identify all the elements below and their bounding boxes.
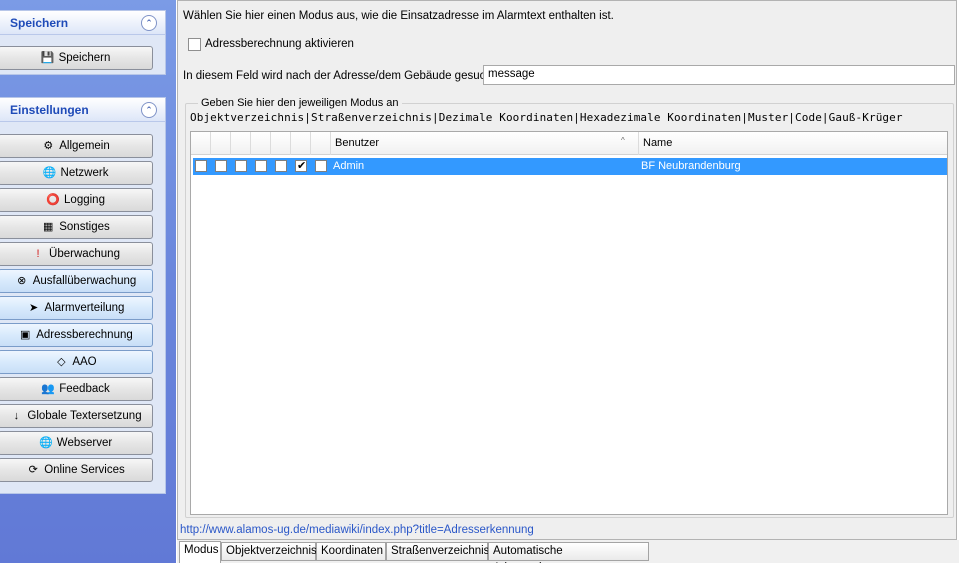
tab-modus[interactable]: Modus (179, 541, 221, 563)
globe-icon: 🌐 (42, 167, 57, 179)
warning-icon: ! (36, 248, 40, 260)
nav-label: Sonstiges (59, 221, 110, 233)
row-checkbox[interactable] (215, 160, 227, 172)
gear-icon: ⚙ (43, 140, 54, 152)
cell-name: BF Neubrandenburg (641, 160, 741, 172)
nav-label: Alarmverteilung (44, 302, 125, 314)
nav-button-adressberechnung[interactable]: ▣ Adressberechnung (0, 323, 153, 347)
bottom-tabs: Modus Objektverzeichnis Koordinaten Stra… (177, 540, 959, 563)
help-link[interactable]: http://www.alamos-ug.de/mediawiki/index.… (180, 524, 534, 536)
nav-label: Adressberechnung (36, 329, 133, 341)
row-checkbox-checked[interactable] (295, 159, 307, 172)
col-check-7[interactable] (311, 132, 331, 155)
activate-checkbox-label: Adressberechnung aktivieren (205, 38, 354, 50)
cell-benutzer: Admin (333, 160, 365, 172)
nav-button-logging[interactable]: ⭕ Logging (0, 188, 153, 212)
tab-objektverzeichnis[interactable]: Objektverzeichnis (221, 542, 317, 561)
row-checkbox[interactable] (195, 160, 207, 172)
nav-label: Allgemein (59, 140, 110, 152)
aao-icon: ◇ (57, 356, 66, 368)
tab-koordinaten[interactable]: Koordinaten (316, 542, 386, 561)
settings-panel: Einstellungen ⌃ ⚙ Allgemein 🌐 Netzwerk ⭕ Lo… (0, 97, 166, 494)
nav-button-online-services[interactable]: ⟳ Online Services (0, 458, 153, 482)
mode-panel: Wählen Sie hier einen Modus aus, wie die… (177, 0, 957, 540)
modes-line: Objektverzeichnis|Straßenverzeichnis|Dez… (190, 111, 903, 124)
collapse-icon[interactable]: ⌃ (141, 102, 157, 118)
group-title: Geben Sie hier den jeweiligen Modus an (198, 97, 402, 109)
address-icon: ▣ (20, 329, 31, 341)
logging-icon: ⭕ (46, 194, 60, 206)
row-checkbox[interactable] (235, 160, 247, 172)
sort-ascending-icon: ^ (621, 136, 625, 145)
people-icon: 👥 (41, 383, 56, 395)
nav-button-sonstiges[interactable]: ▦ Sonstiges (0, 215, 153, 239)
nav-button-ausfallueberwachung[interactable]: ⊗ Ausfallüberwachung (0, 269, 153, 293)
intro-text: Wählen Sie hier einen Modus aus, wie die… (183, 10, 614, 22)
settings-panel-header[interactable]: Einstellungen ⌃ (0, 98, 165, 122)
tab-strassenverzeichnis[interactable]: Straßenverzeichnis (386, 542, 489, 561)
nav-label: Globale Textersetzung (27, 410, 142, 422)
nav-button-alarmverteilung[interactable]: ➤ Alarmverteilung (0, 296, 153, 320)
nav-button-ueberwachung[interactable]: ! Überwachung (0, 242, 153, 266)
settings-panel-title: Einstellungen (10, 103, 89, 117)
save-panel-title: Speichern (10, 16, 69, 30)
col-check-4[interactable] (251, 132, 271, 155)
nav-button-netzwerk[interactable]: 🌐 Netzwerk (0, 161, 153, 185)
failure-icon: ⊗ (17, 275, 27, 287)
nav-label: AAO (72, 356, 97, 368)
collapse-icon[interactable]: ⌃ (141, 15, 157, 31)
tab-automatische-adresserkennung[interactable]: Automatische Adresserkennung (488, 542, 649, 563)
distribution-icon: ➤ (28, 302, 39, 314)
globe-icon: 🌐 (38, 437, 53, 449)
nav-label: Feedback (59, 383, 110, 395)
sort-az-icon: ↓ (13, 410, 20, 422)
row-checkbox[interactable] (275, 160, 287, 172)
save-button[interactable]: 💾 Speichern (0, 46, 153, 70)
online-icon: ⟳ (28, 464, 38, 476)
activate-checkbox[interactable] (188, 38, 201, 51)
search-label: In diesem Feld wird nach der Adresse/dem… (183, 70, 499, 82)
table-icon: ▦ (43, 221, 54, 233)
left-navigation: Speichern ⌃ 💾 Speichern Einstellungen ⌃ ⚙… (0, 0, 176, 563)
col-check-5[interactable] (271, 132, 291, 155)
nav-label: Überwachung (49, 248, 120, 260)
nav-button-allgemein[interactable]: ⚙ Allgemein (0, 134, 153, 158)
table-header: Benutzer ^ Name (191, 132, 947, 155)
save-button-label: Speichern (58, 52, 111, 64)
nav-label: Netzwerk (60, 167, 109, 179)
col-check-2[interactable] (211, 132, 231, 155)
row-checkbox[interactable] (255, 160, 267, 172)
save-icon: 💾 (40, 52, 55, 64)
save-panel: Speichern ⌃ 💾 Speichern (0, 10, 166, 75)
nav-button-aao[interactable]: ◇ AAO (0, 350, 153, 374)
user-table: Benutzer ^ Name Admin BF Neubrandenburg (190, 131, 948, 515)
nav-button-globale-textersetzung[interactable]: ↓ Globale Textersetzung (0, 404, 153, 428)
nav-button-feedback[interactable]: 👥 Feedback (0, 377, 153, 401)
col-check-6[interactable] (291, 132, 311, 155)
row-checkbox[interactable] (315, 160, 327, 172)
col-name-label: Name (643, 137, 673, 149)
col-check-3[interactable] (231, 132, 251, 155)
search-field[interactable]: message (483, 65, 955, 85)
nav-button-webserver[interactable]: 🌐 Webserver (0, 431, 153, 455)
col-benutzer-label: Benutzer (335, 137, 380, 149)
nav-label: Ausfallüberwachung (32, 275, 137, 287)
col-check-1[interactable] (191, 132, 211, 155)
table-row[interactable]: Admin BF Neubrandenburg (193, 158, 947, 175)
nav-label: Online Services (44, 464, 125, 476)
main-content: Wählen Sie hier einen Modus aus, wie die… (177, 0, 959, 563)
col-benutzer[interactable]: Benutzer ^ (331, 132, 639, 155)
save-panel-header[interactable]: Speichern ⌃ (0, 11, 165, 35)
nav-label: Logging (64, 194, 105, 206)
col-name[interactable]: Name (639, 132, 947, 155)
nav-label: Webserver (56, 437, 113, 449)
